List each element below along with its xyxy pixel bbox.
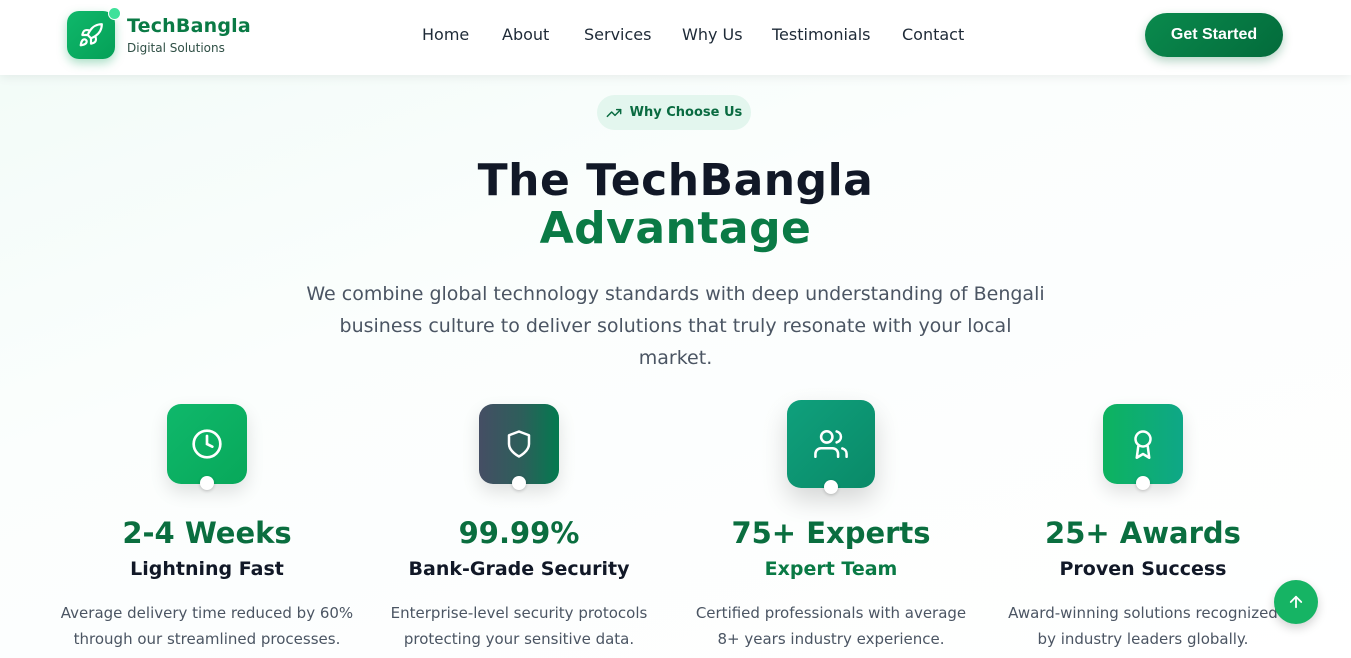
feature-icon-dot — [824, 480, 838, 494]
feature-description: Enterprise-level security protocols prot… — [363, 600, 675, 652]
trending-up-icon — [606, 108, 622, 117]
award-icon — [1134, 430, 1152, 459]
feature-card-speed: 2-4 Weeks Lightning Fast Average deliver… — [51, 404, 363, 652]
feature-description-line: Award-winning solutions recognized — [1008, 604, 1278, 622]
feature-description-line: Enterprise-level security protocols — [390, 604, 648, 622]
feature-icon-dot — [512, 476, 526, 490]
feature-icon-box — [787, 400, 875, 494]
feature-description: Average delivery time reduced by 60% thr… — [51, 600, 363, 652]
users-icon — [814, 429, 848, 459]
section-description-line: business culture to deliver solutions th… — [339, 315, 1012, 369]
section-title: The TechBangla — [477, 155, 874, 206]
feature-description-line: protecting your sensitive data. — [403, 630, 635, 648]
feature-description: Certified professionals with average 8+ … — [675, 600, 987, 652]
feature-description-line: by industry leaders globally. — [1037, 630, 1249, 648]
shield-icon — [507, 430, 531, 458]
section-description: We combine global technology standards w… — [300, 278, 1051, 374]
feature-value: 25+ Awards — [1045, 516, 1241, 550]
navbar: TechBangla Digital Solutions Home About … — [0, 0, 1351, 75]
rocket-icon — [79, 23, 103, 47]
nav-link-home[interactable]: Home — [422, 25, 469, 44]
feature-icon-dot — [1136, 476, 1150, 490]
feature-card-team: 75+ Experts Expert Team Certified profes… — [675, 400, 987, 652]
feature-description: Award-winning solutions recognized by in… — [987, 600, 1299, 652]
feature-description-line: Average delivery time reduced by 60% — [60, 604, 354, 622]
feature-label: Lightning Fast — [130, 558, 284, 580]
nav-link-services[interactable]: Services — [584, 25, 651, 44]
nav-link-why-us[interactable]: Why Us — [682, 25, 743, 44]
feature-card-awards: 25+ Awards Proven Success Award-winning … — [987, 404, 1299, 652]
brand-subtitle: Digital Solutions — [127, 41, 225, 55]
feature-description-line: Certified professionals with average — [695, 604, 967, 622]
nav-link-about[interactable]: About — [502, 25, 549, 44]
feature-icon-box — [1103, 404, 1183, 490]
feature-icon-box — [479, 404, 559, 490]
nav-link-testimonials[interactable]: Testimonials — [772, 25, 871, 44]
feature-label: Bank-Grade Security — [408, 558, 630, 580]
nav-link-contact[interactable]: Contact — [902, 25, 964, 44]
feature-description-line: through our streamlined processes. — [73, 630, 341, 648]
feature-label: Expert Team — [764, 558, 898, 580]
feature-label: Proven Success — [1059, 558, 1227, 580]
section-description-line: We combine global technology standards w… — [306, 283, 1045, 305]
feature-value: 99.99% — [458, 516, 580, 550]
section-badge-label: Why Choose Us — [629, 105, 743, 120]
arrow-up-icon — [1289, 595, 1303, 609]
feature-icon-box — [167, 404, 247, 490]
feature-card-security: 99.99% Bank-Grade Security Enterprise-le… — [363, 404, 675, 652]
feature-icon-dot — [200, 476, 214, 490]
clock-icon — [192, 429, 222, 459]
section-title-highlight: Advantage — [539, 203, 812, 254]
logo-status-dot — [108, 7, 121, 20]
section-badge: Why Choose Us — [597, 95, 751, 130]
get-started-button[interactable]: Get Started — [1145, 13, 1283, 57]
scroll-to-top-button[interactable] — [1274, 580, 1318, 624]
brand-name[interactable]: TechBangla — [127, 15, 251, 37]
feature-value: 2-4 Weeks — [122, 516, 292, 550]
feature-value: 75+ Experts — [731, 516, 931, 550]
logo[interactable] — [67, 11, 115, 59]
feature-description-line: 8+ years industry experience. — [717, 630, 945, 648]
